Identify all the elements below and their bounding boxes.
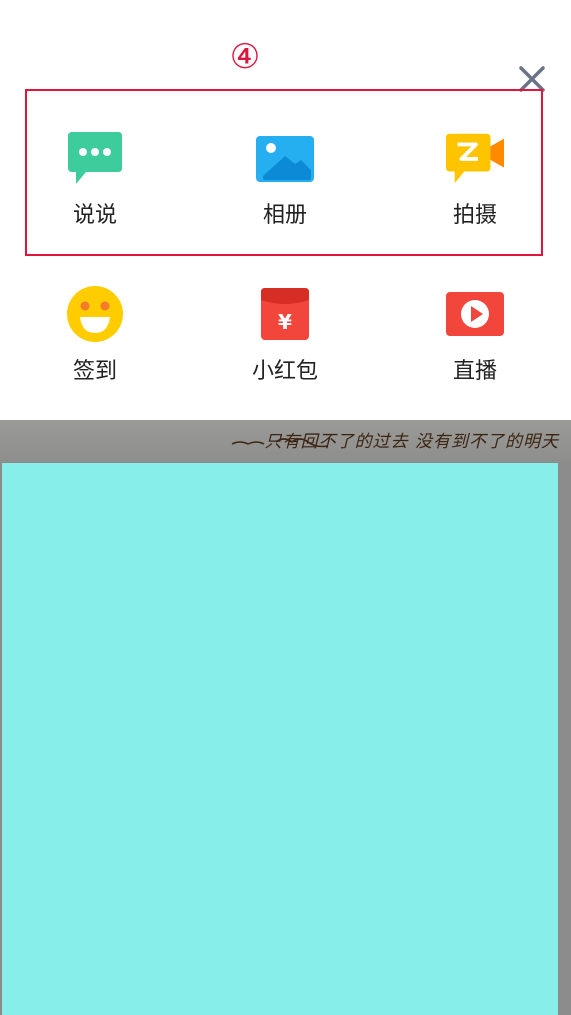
menu-item-label: 说说: [72, 203, 117, 228]
menu-item-shoot[interactable]: 拍摄: [395, 128, 555, 258]
content-panel: [2, 463, 558, 1015]
menu-item-live[interactable]: 直播: [395, 284, 555, 414]
annotation-number: ④: [229, 37, 261, 77]
menu-item-red-envelope[interactable]: ¥ 小红包: [205, 284, 365, 414]
smiley-face-icon: [65, 284, 125, 344]
menu-item-label: 小红包: [251, 359, 318, 384]
speech-bubble-icon: [65, 128, 125, 188]
photo-album-icon: [255, 128, 315, 188]
menu-item-checkin[interactable]: 签到: [15, 284, 175, 414]
publish-menu: ④ 说说 相册 拍摄 签到 ¥ 小红包 直播: [0, 0, 571, 420]
red-envelope-icon: ¥: [255, 284, 315, 344]
menu-item-label: 拍摄: [452, 203, 497, 228]
menu-item-label: 直播: [452, 359, 497, 384]
svg-text:¥: ¥: [278, 310, 292, 334]
banner-text: 只有回不了的过去 没有到不了的明天: [264, 432, 559, 452]
live-play-icon: [445, 284, 505, 344]
menu-item-shuoshuo[interactable]: 说说: [15, 128, 175, 258]
menu-item-label: 相册: [262, 203, 307, 228]
video-camera-icon: [445, 128, 505, 188]
background-banner: 只有回不了的过去 没有到不了的明天: [0, 420, 571, 462]
menu-item-label: 签到: [72, 359, 117, 384]
menu-item-album[interactable]: 相册: [205, 128, 365, 258]
